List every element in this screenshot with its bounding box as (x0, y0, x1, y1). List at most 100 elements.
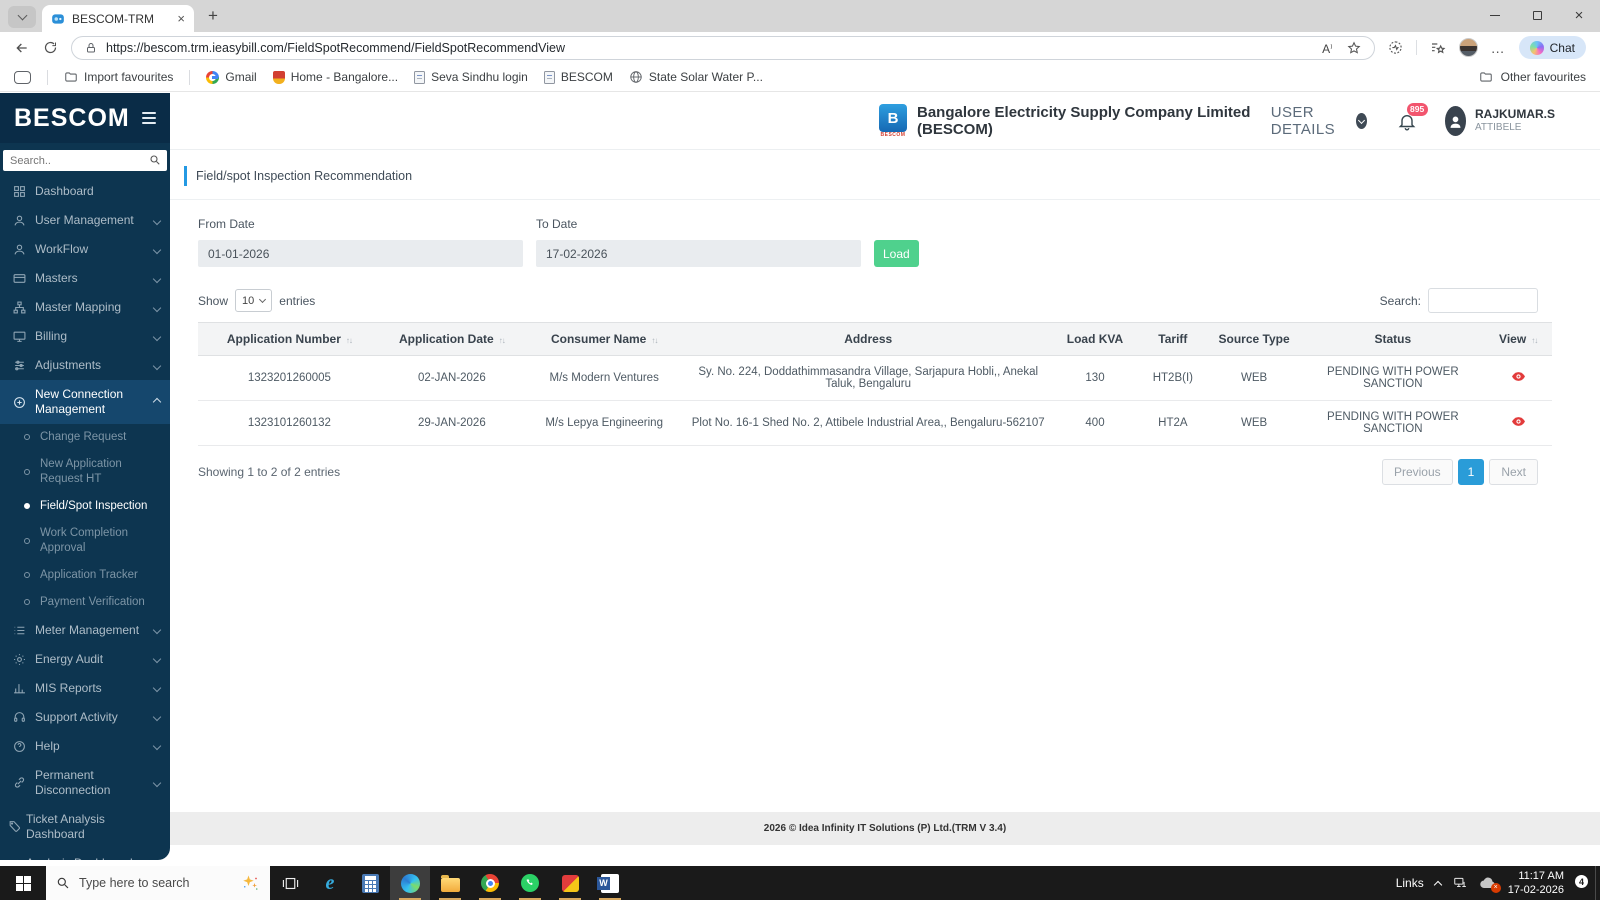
col-view[interactable]: View ↑↓ (1484, 322, 1552, 356)
refresh-icon[interactable] (43, 40, 58, 55)
bookmark-label: Gmail (225, 70, 257, 84)
search-icon[interactable] (149, 154, 161, 166)
file-explorer-button[interactable] (430, 866, 470, 900)
bookmark-home-bangalore[interactable]: Home - Bangalore... (272, 70, 398, 84)
cell-load-kva: 130 (1051, 355, 1139, 401)
sidebar-item-user-management[interactable]: User Management (0, 206, 170, 235)
onedrive-status-icon[interactable]: × (1479, 877, 1501, 893)
edge-button[interactable] (390, 866, 430, 900)
links-toolbar-label[interactable]: Links (1396, 876, 1424, 890)
col-application-number[interactable]: Application Number ↑↓ (198, 322, 381, 356)
favorite-star-icon[interactable] (1347, 41, 1361, 55)
col-status[interactable]: Status (1301, 322, 1485, 356)
submenu-field-spot-inspection[interactable]: Field/Spot Inspection (0, 493, 170, 520)
internet-explorer-button[interactable]: e (310, 866, 350, 900)
browser-essentials-icon[interactable] (1388, 40, 1403, 55)
tab-actions-button[interactable] (8, 6, 36, 28)
sidebar-item-ticket-analysis-dashboard[interactable]: Ticket Analysis Dashboard (0, 805, 170, 849)
browser-tab[interactable]: BESCOM-TRM × (42, 5, 194, 32)
page-size-select[interactable]: 10 (235, 289, 273, 312)
chevron-down-icon (152, 216, 162, 225)
col-application-date[interactable]: Application Date ↑↓ (380, 322, 523, 356)
bookmark-gmail[interactable]: Gmail (206, 70, 257, 84)
chevron-down-icon (152, 654, 162, 664)
col-consumer-name[interactable]: Consumer Name ↑↓ (522, 322, 686, 356)
taskbar-clock[interactable]: 11:17 AM 17-02-2026 (1508, 869, 1564, 898)
view-eye-icon[interactable] (1511, 369, 1526, 384)
bookmark-state-solar[interactable]: State Solar Water P... (629, 70, 763, 84)
col-address[interactable]: Address (685, 322, 1051, 356)
date-filter-row: From Date To Date Load (170, 200, 1600, 267)
from-date-input[interactable] (198, 240, 523, 267)
view-eye-icon[interactable] (1511, 414, 1526, 429)
url-field[interactable]: https://bescom.trm.ieasybill.com/FieldSp… (71, 35, 1375, 60)
browser-profile-avatar[interactable] (1458, 38, 1478, 57)
workspaces-icon[interactable] (14, 70, 31, 84)
col-source-type[interactable]: Source Type (1206, 322, 1302, 356)
submenu-change-request[interactable]: Change Request (0, 424, 170, 451)
submenu-new-application-request-ht[interactable]: New Application Request HT (0, 451, 170, 493)
tab-close-icon[interactable]: × (177, 12, 185, 25)
notifications-button[interactable]: 895 (1397, 102, 1428, 132)
pill-right-icons: A₎ (1322, 40, 1361, 56)
browser-menu-icon[interactable]: … (1491, 40, 1506, 56)
calculator-button[interactable] (350, 866, 390, 900)
maximize-button[interactable] (1516, 0, 1558, 30)
read-aloud-icon[interactable]: A₎ (1322, 40, 1332, 56)
title-accent-bar (184, 166, 187, 186)
sidebar-item-meter-management[interactable]: Meter Management (0, 616, 170, 645)
sidebar-search-input[interactable] (3, 150, 167, 171)
sidebar-item-label: User Management (35, 213, 134, 227)
sidebar-item-new-connection-management[interactable]: New Connection Management (0, 380, 170, 424)
submenu-work-completion-approval[interactable]: Work Completion Approval (0, 520, 170, 562)
task-view-button[interactable] (270, 866, 310, 900)
minimize-button[interactable] (1474, 0, 1516, 30)
taskbar-search[interactable]: Type here to search (46, 866, 270, 900)
other-favourites-button[interactable]: Other favourites (1479, 70, 1586, 84)
menu-toggle-icon[interactable] (142, 112, 156, 124)
close-button[interactable]: × (1558, 0, 1600, 30)
bookmark-seva-sindhu[interactable]: Seva Sindhu login (414, 70, 528, 84)
next-page-button[interactable]: Next (1489, 459, 1538, 485)
tray-expand-icon[interactable] (1433, 880, 1442, 889)
sidebar-item-billing[interactable]: Billing (0, 322, 170, 351)
bookmark-bescom[interactable]: BESCOM (543, 70, 613, 84)
back-icon[interactable] (14, 40, 30, 56)
table-search-input[interactable] (1428, 288, 1538, 313)
sidebar-item-help[interactable]: Help (0, 732, 170, 761)
previous-page-button[interactable]: Previous (1381, 459, 1453, 485)
load-button[interactable]: Load (874, 240, 919, 267)
network-icon[interactable] (1452, 876, 1468, 890)
user-details-dropdown[interactable]: USER DETAILS (1271, 104, 1367, 138)
copilot-chat-button[interactable]: Chat (1518, 36, 1586, 59)
bookmark-import-favourites[interactable]: Import favourites (64, 70, 173, 84)
whatsapp-button[interactable] (510, 866, 550, 900)
sidebar-item-mis-reports[interactable]: MIS Reports (0, 674, 170, 703)
user-avatar[interactable] (1444, 106, 1466, 136)
person-icon (1450, 116, 1461, 128)
sidebar-item-masters[interactable]: Masters (0, 264, 170, 293)
chrome-button[interactable] (470, 866, 510, 900)
favourites-hub-icon[interactable] (1430, 40, 1446, 56)
sidebar-item-master-mapping[interactable]: Master Mapping (0, 293, 170, 322)
col-load-kva[interactable]: Load KVA (1051, 322, 1139, 356)
submenu-payment-verification[interactable]: Payment Verification (0, 589, 170, 616)
to-date-input[interactable] (536, 240, 861, 267)
start-button[interactable] (0, 866, 46, 900)
show-desktop-button[interactable] (1595, 866, 1600, 900)
new-tab-button[interactable]: + (200, 3, 226, 29)
sidebar-item-adjustments[interactable]: Adjustments (0, 351, 170, 380)
submenu-application-tracker[interactable]: Application Tracker (0, 562, 170, 589)
taskbar: Type here to search e Links × 11: (0, 866, 1600, 900)
sidebar-item-support-activity[interactable]: Support Activity (0, 703, 170, 732)
sidebar-item-energy-audit[interactable]: Energy Audit (0, 645, 170, 674)
search-label: Search: (1379, 293, 1421, 308)
sidebar-item-analysis-dashboard[interactable]: Analysis Dashboard (0, 849, 170, 860)
sidebar-item-permanent-disconnection[interactable]: Permanent Disconnection (0, 761, 170, 805)
sidebar-item-dashboard[interactable]: Dashboard (0, 177, 170, 206)
col-tariff[interactable]: Tariff (1139, 322, 1207, 356)
sidebar-item-workflow[interactable]: WorkFlow (0, 235, 170, 264)
page-number-button[interactable]: 1 (1457, 459, 1485, 485)
word-button[interactable] (590, 866, 630, 900)
misc-app-button[interactable] (550, 866, 590, 900)
